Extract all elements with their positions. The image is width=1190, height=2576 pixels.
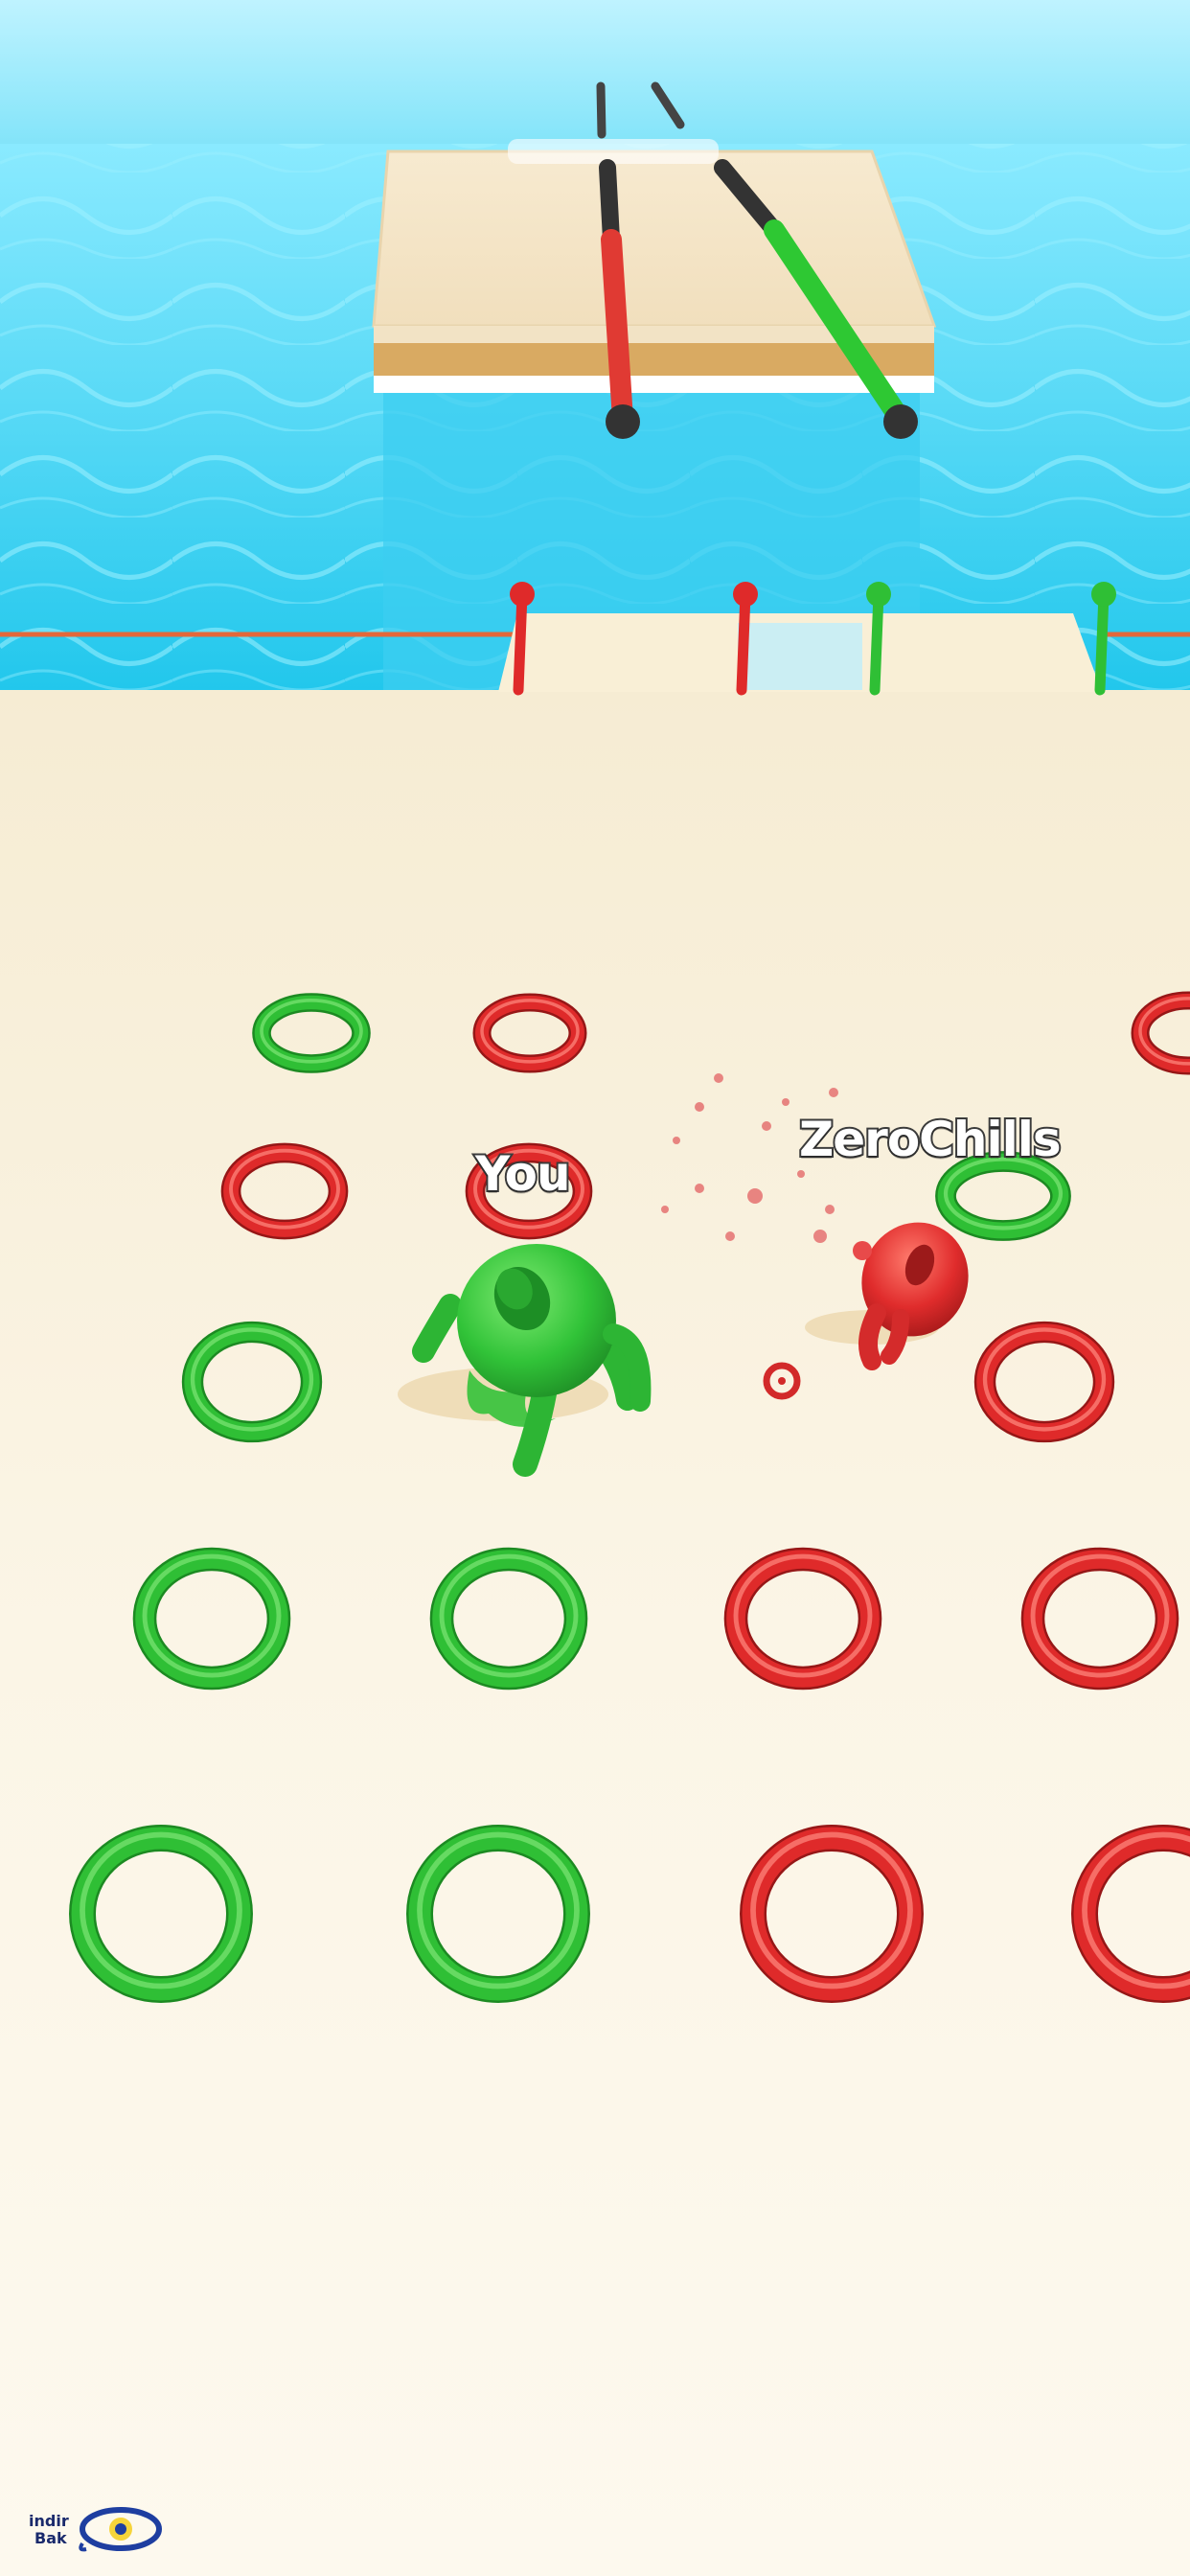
red-ring-icon: [220, 1142, 349, 1240]
watermark-text-1: indir: [29, 2512, 69, 2530]
watermark-text-2: Bak: [34, 2529, 67, 2547]
green-ring-icon: [429, 1547, 588, 1690]
red-ring-icon: [740, 1825, 924, 2003]
red-ring-icon: [1131, 991, 1190, 1075]
green-ring-icon: [935, 1151, 1071, 1241]
red-ring-icon: [973, 1321, 1115, 1443]
top-platform: [372, 139, 937, 690]
red-ring-icon: [472, 993, 587, 1073]
water-gap: [738, 623, 862, 690]
game-world: [0, 81, 1190, 2003]
green-ring-icon: [406, 1825, 590, 2003]
green-ring-icon: [181, 1321, 323, 1443]
small-target-ring: [763, 1362, 801, 1400]
red-ring-icon: [723, 1547, 882, 1690]
red-donut-character-icon: [805, 1222, 969, 1370]
player-name-label-you: You: [473, 1144, 573, 1204]
green-ring-icon: [132, 1547, 291, 1690]
player-name-label-enemy: ZeroChills: [797, 1110, 1064, 1169]
red-ring-icon: [1071, 1825, 1190, 2003]
red-ring-icon: [1020, 1547, 1179, 1690]
green-donut-character-icon: [398, 1244, 652, 1477]
green-ring-icon: [252, 993, 371, 1073]
green-ring-icon: [69, 1825, 253, 2003]
eye-logo-icon: [79, 2507, 162, 2552]
game-scene[interactable]: You ZeroChills indir Bak: [0, 0, 1190, 2576]
watermark: indir Bak: [27, 2499, 171, 2557]
